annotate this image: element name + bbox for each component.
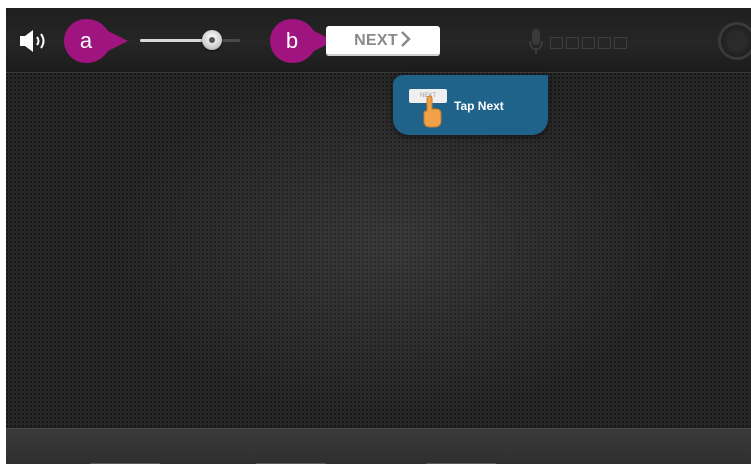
mic-meter-segment bbox=[566, 37, 579, 49]
record-icon[interactable] bbox=[718, 22, 751, 60]
volume-slider[interactable] bbox=[140, 30, 240, 52]
top-toolbar: a b NEXT bbox=[6, 8, 751, 73]
mic-meter-segment bbox=[598, 37, 611, 49]
speaker-volume-icon[interactable] bbox=[18, 28, 52, 54]
main-stage: NEXT Tap Next bbox=[6, 73, 751, 427]
next-button-label: NEXT bbox=[354, 32, 398, 49]
next-button[interactable]: NEXT bbox=[326, 26, 440, 56]
volume-slider-knob[interactable] bbox=[202, 30, 222, 50]
mic-meter-segment bbox=[550, 37, 563, 49]
mic-level-meter bbox=[550, 37, 627, 49]
callout-a: a bbox=[64, 19, 128, 63]
bottom-bar bbox=[6, 428, 751, 464]
callout-b-letter: b bbox=[285, 28, 299, 53]
tap-hand-icon bbox=[419, 95, 445, 129]
mic-meter-segment bbox=[582, 37, 595, 49]
chevron-right-icon bbox=[400, 30, 412, 53]
microphone-icon bbox=[528, 27, 544, 55]
mic-meter-segment bbox=[614, 37, 627, 49]
tooltip-text: Tap Next bbox=[454, 99, 504, 113]
callout-b: b bbox=[270, 19, 334, 63]
callout-a-letter: a bbox=[79, 28, 93, 53]
app-window: a b NEXT Tap Next bbox=[6, 8, 751, 464]
tap-next-tooltip: NEXT Tap Next bbox=[393, 75, 548, 135]
